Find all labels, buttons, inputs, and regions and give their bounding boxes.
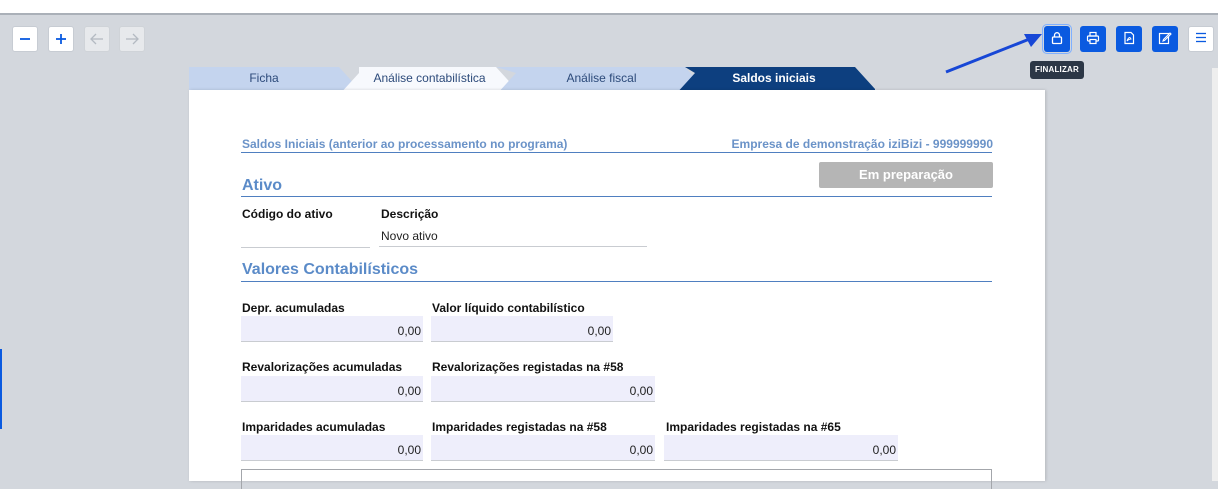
tab-saldos-iniciais[interactable]: Saldos iniciais bbox=[694, 67, 854, 90]
right-scrollbar[interactable] bbox=[1212, 68, 1218, 481]
valor-liquido-label: Valor líquido contabilístico bbox=[432, 301, 585, 315]
forward-button[interactable] bbox=[119, 26, 145, 52]
imparidades-acumuladas-label: Imparidades acumuladas bbox=[242, 420, 386, 434]
top-bar-shadow bbox=[0, 13, 1218, 15]
depr-acumuladas-label: Depr. acumuladas bbox=[242, 301, 345, 315]
menu-button[interactable] bbox=[1188, 26, 1214, 52]
hamburger-icon bbox=[1195, 32, 1207, 46]
valor-liquido-input[interactable]: 0,00 bbox=[431, 316, 613, 342]
printer-icon bbox=[1086, 31, 1100, 48]
section-title-valores: Valores Contabilísticos bbox=[242, 261, 419, 278]
tab-analise-contabilistica[interactable]: Análise contabilística bbox=[357, 67, 502, 90]
back-button[interactable] bbox=[84, 26, 110, 52]
plus-icon bbox=[55, 33, 67, 45]
imparidades-65-input[interactable]: 0,00 bbox=[664, 435, 898, 461]
codigo-input[interactable] bbox=[241, 225, 370, 248]
company-name: Empresa de demonstração iziBizi - 999999… bbox=[731, 137, 993, 151]
revalorizacoes-58-input[interactable]: 0,00 bbox=[431, 376, 655, 402]
page-header-title: Saldos Iniciais (anterior ao processamen… bbox=[242, 137, 568, 151]
descricao-label: Descrição bbox=[381, 207, 439, 221]
depr-acumuladas-input[interactable]: 0,00 bbox=[241, 316, 423, 342]
revalorizacoes-acumuladas-input[interactable]: 0,00 bbox=[241, 376, 423, 402]
edit-icon bbox=[1158, 31, 1172, 48]
tab-analise-fiscal[interactable]: Análise fiscal bbox=[519, 67, 684, 90]
pdf-button[interactable] bbox=[1116, 26, 1142, 52]
header-divider bbox=[241, 152, 992, 153]
zoom-out-button[interactable] bbox=[12, 26, 38, 52]
top-bar bbox=[0, 0, 1218, 13]
print-button[interactable] bbox=[1080, 26, 1106, 52]
ativo-divider bbox=[241, 196, 992, 197]
section-title-ativo: Ativo bbox=[242, 177, 282, 194]
descricao-input[interactable]: Novo ativo bbox=[379, 225, 647, 247]
edit-button[interactable] bbox=[1152, 26, 1178, 52]
document-page: Saldos Iniciais (anterior ao processamen… bbox=[189, 90, 1045, 489]
arrow-right-icon bbox=[125, 33, 139, 45]
left-edge-marker bbox=[0, 349, 2, 429]
details-panel bbox=[241, 469, 992, 489]
codigo-label: Código do ativo bbox=[242, 207, 333, 221]
imparidades-58-label: Imparidades registadas na #58 bbox=[432, 420, 607, 434]
imparidades-65-label: Imparidades registadas na #65 bbox=[666, 420, 841, 434]
revalorizacoes-58-label: Revalorizações registadas na #58 bbox=[432, 360, 624, 374]
imparidades-58-input[interactable]: 0,00 bbox=[431, 435, 655, 461]
lock-icon bbox=[1050, 31, 1064, 48]
arrow-left-icon bbox=[90, 33, 104, 45]
tab-ficha[interactable]: Ficha bbox=[189, 67, 339, 90]
imparidades-acumuladas-input[interactable]: 0,00 bbox=[241, 435, 423, 461]
valores-divider bbox=[241, 281, 992, 282]
minus-icon bbox=[19, 33, 31, 45]
revalorizacoes-acumuladas-label: Revalorizações acumuladas bbox=[242, 360, 403, 374]
pdf-icon bbox=[1122, 31, 1136, 48]
status-button[interactable]: Em preparação bbox=[819, 162, 993, 188]
zoom-in-button[interactable] bbox=[48, 26, 74, 52]
